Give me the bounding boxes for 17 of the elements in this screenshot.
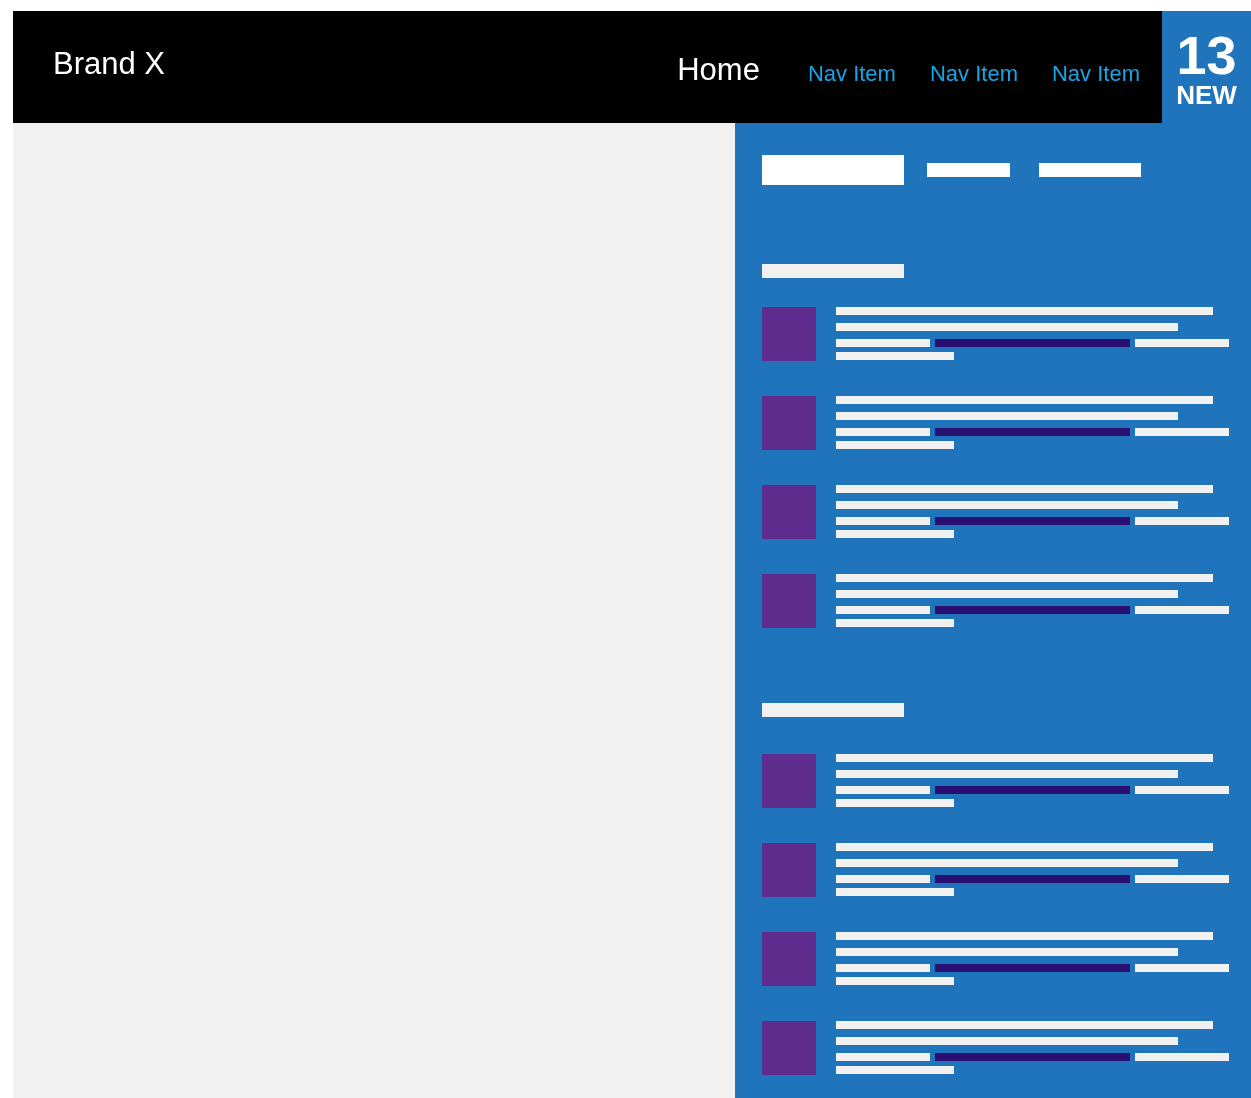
thumbnail-placeholder xyxy=(762,754,816,808)
thumbnail-placeholder xyxy=(762,396,816,450)
thumbnail-placeholder xyxy=(762,307,816,361)
notification-badge[interactable]: 13 NEW xyxy=(1162,11,1251,123)
thumbnail-placeholder xyxy=(762,485,816,539)
thumbnail-placeholder xyxy=(762,574,816,628)
thumbnail-placeholder xyxy=(762,1021,816,1075)
nav-link[interactable]: Home xyxy=(677,52,760,88)
tab-placeholder[interactable] xyxy=(927,163,1010,177)
tab-placeholder[interactable] xyxy=(1039,163,1141,177)
nav-link[interactable]: Nav Item xyxy=(807,61,896,87)
thumbnail-placeholder xyxy=(762,843,816,897)
tab-placeholder[interactable] xyxy=(762,155,904,185)
thumbnail-placeholder xyxy=(762,932,816,986)
nav-link[interactable]: Nav Item xyxy=(929,61,1018,87)
brand-name[interactable]: Brand X xyxy=(53,46,165,82)
nav-link[interactable]: Nav Item xyxy=(1051,61,1140,87)
